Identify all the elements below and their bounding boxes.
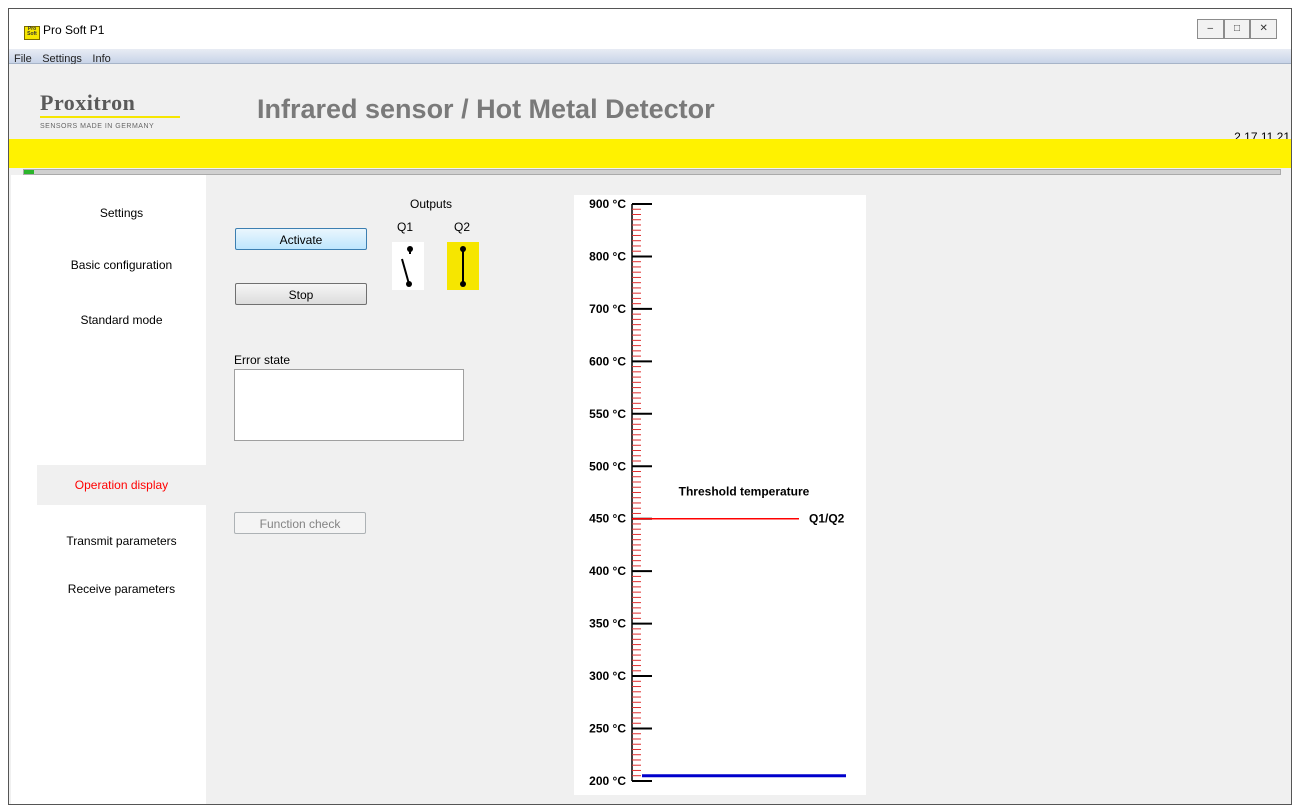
app-logo-icon: Pro Soft: [24, 26, 40, 40]
app-window: Pro Soft Pro Soft P1 – □ ✕ File Settings …: [8, 8, 1292, 805]
minimize-icon[interactable]: –: [1197, 19, 1224, 39]
accent-bar: [9, 139, 1291, 168]
tick-label: 700 °C: [589, 302, 626, 316]
outputs-title: Outputs: [410, 197, 453, 211]
tick-label: 450 °C: [589, 512, 626, 526]
tick-label: 200 °C: [589, 774, 626, 788]
temperature-scale-svg: 900 °C 800 °C 700 °C 600 °C 550 °C 500 °C 450 …: [589, 197, 846, 788]
sidebar-item-operation-display[interactable]: Operation display: [37, 465, 206, 505]
sidebar: Settings Basic configuration Standard mo…: [11, 175, 206, 804]
output-q1-label: Q1: [397, 220, 414, 234]
tick-label: 800 °C: [589, 249, 626, 263]
tick-label: 500 °C: [589, 459, 626, 473]
temperature-scale-chart: 900 °C 800 °C 700 °C 600 °C 550 °C 500 °C 450 …: [574, 195, 866, 795]
tick-label: 350 °C: [589, 617, 626, 631]
error-state-field: [234, 369, 464, 441]
brand-logo: Proxitron: [40, 90, 136, 115]
q1-switch-open-icon: [392, 242, 424, 290]
tick-label: 300 °C: [589, 669, 626, 683]
brand-tagline: SENSORS MADE IN GERMANY: [40, 123, 155, 130]
tick-label: 250 °C: [589, 722, 626, 736]
threshold-label: Threshold temperature: [679, 485, 810, 499]
tick-label: 900 °C: [589, 197, 626, 211]
sidebar-item-standard-mode[interactable]: Standard mode: [37, 300, 206, 340]
menu-bar: File Settings Info: [9, 49, 1291, 65]
maximize-icon[interactable]: □: [1223, 19, 1251, 39]
q2-switch-closed-icon: [447, 242, 479, 290]
page-title: Infrared sensor / Hot Metal Detector: [257, 94, 715, 124]
main-panel: Activate Stop Outputs Q1 Q2 Error state …: [206, 175, 1286, 804]
tick-label: 400 °C: [589, 564, 626, 578]
activate-button[interactable]: Activate: [235, 228, 367, 250]
error-state-label: Error state: [234, 353, 291, 367]
output-q2-label: Q2: [454, 220, 471, 234]
stop-button[interactable]: Stop: [235, 283, 367, 305]
header: Proxitron SENSORS MADE IN GERMANY Infrar…: [9, 64, 1291, 144]
sidebar-item-settings[interactable]: Settings: [37, 193, 206, 233]
logo-underline: [40, 116, 180, 118]
window-title: Pro Soft P1: [43, 23, 105, 37]
window-controls: – □ ✕: [1197, 19, 1278, 41]
progress-fill: [24, 170, 35, 174]
tick-label: 600 °C: [589, 354, 626, 368]
function-check-button: Function check: [234, 512, 366, 534]
tick-label: 550 °C: [589, 407, 626, 421]
sidebar-item-basic-configuration[interactable]: Basic configuration: [37, 245, 206, 285]
sidebar-item-receive-parameters[interactable]: Receive parameters: [37, 569, 206, 609]
sidebar-item-transmit-parameters[interactable]: Transmit parameters: [37, 521, 206, 561]
threshold-output-label: Q1/Q2: [809, 512, 845, 526]
title-bar: Pro Soft Pro Soft P1 – □ ✕: [9, 9, 1291, 49]
close-icon[interactable]: ✕: [1250, 19, 1278, 39]
